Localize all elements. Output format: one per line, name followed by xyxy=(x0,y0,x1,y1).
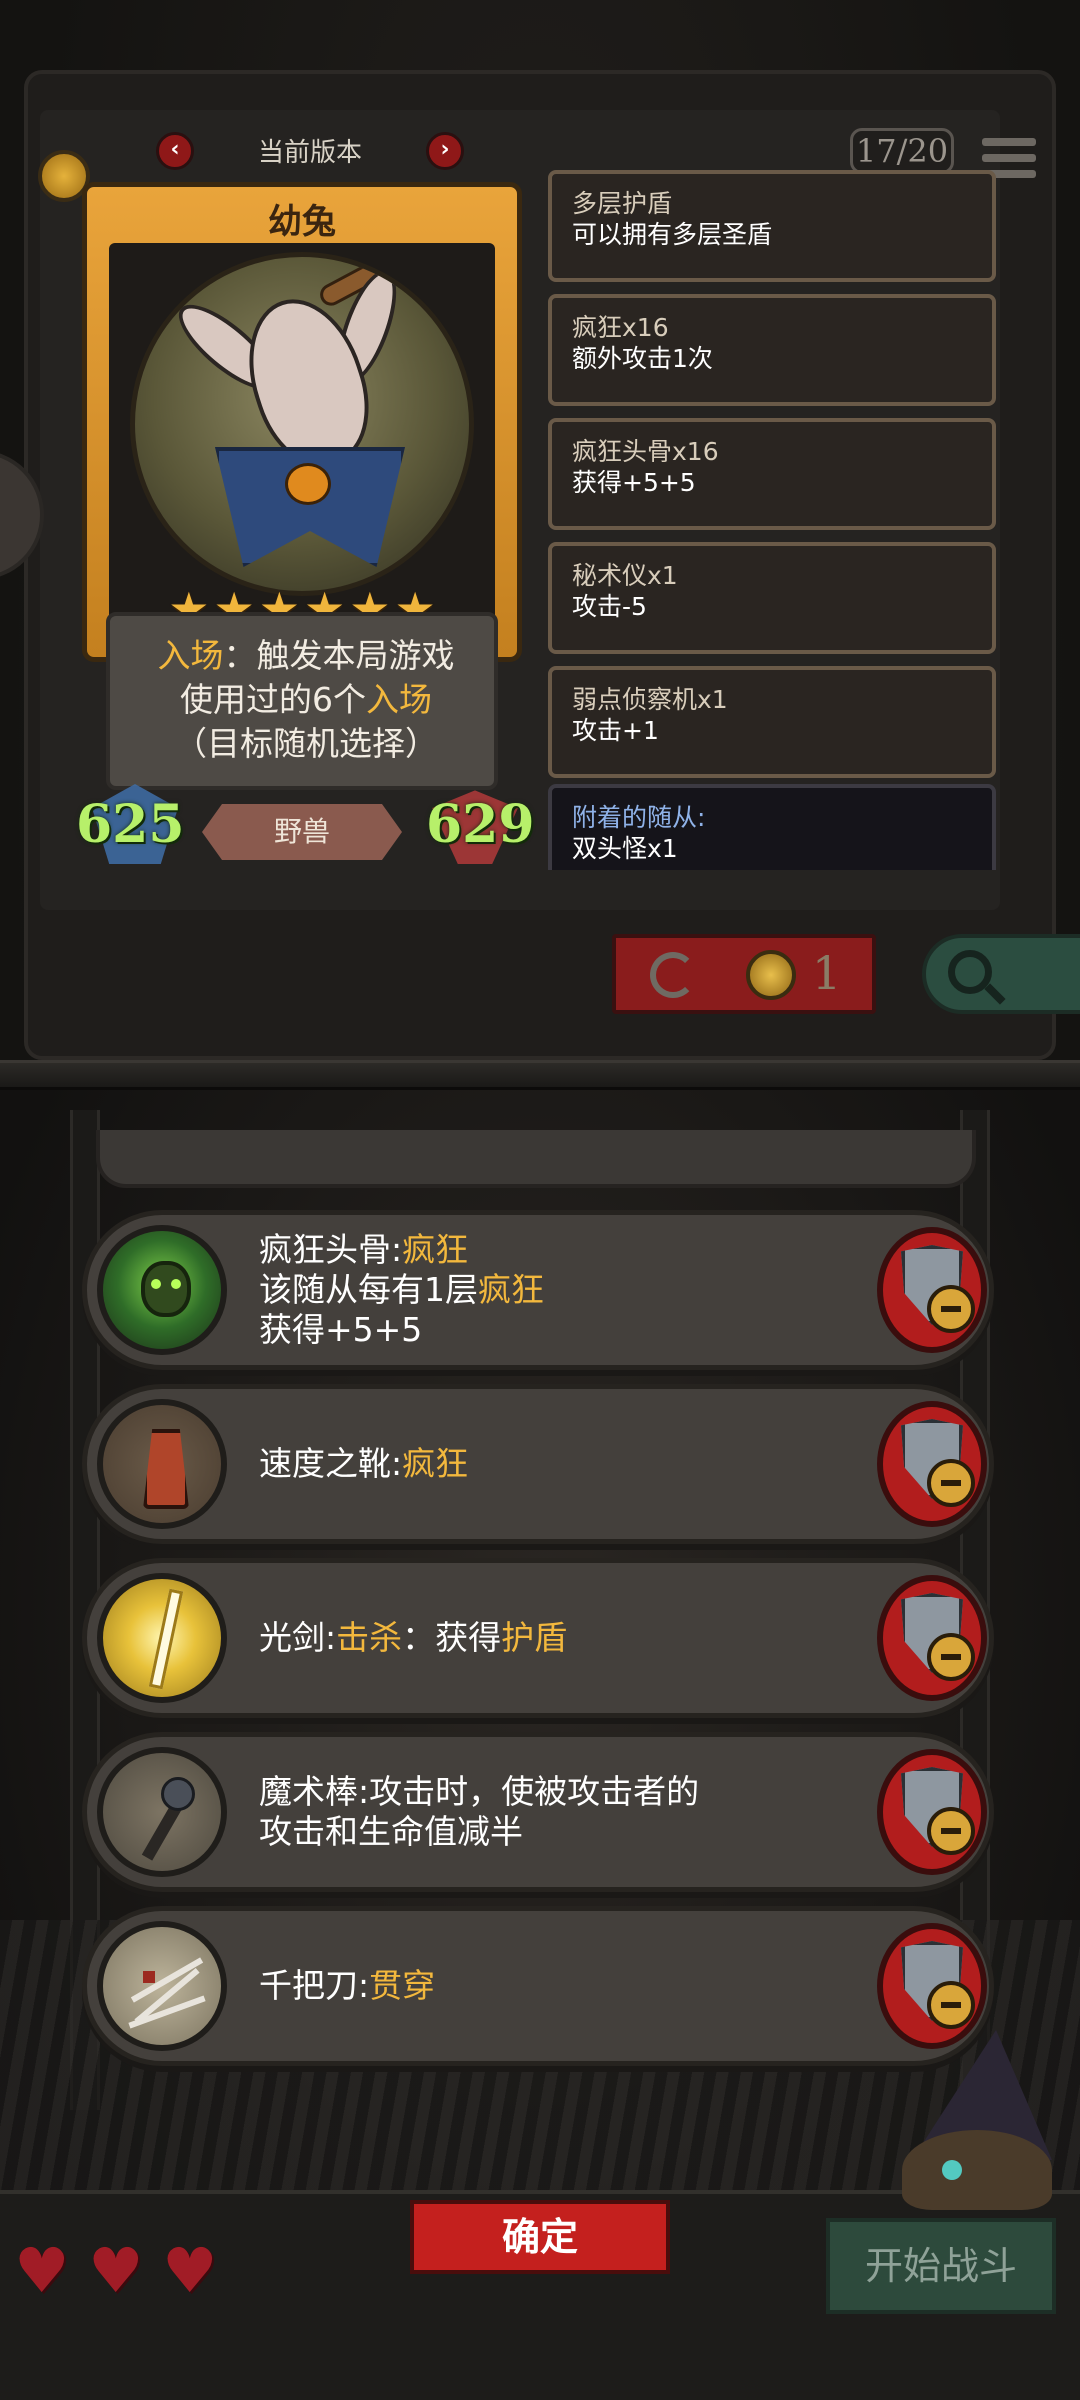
boot-icon xyxy=(97,1399,227,1529)
minion-card: 幼兔 ★★★★★★ 入场：触发本局游戏 使用过的6个入场 （目标随机选择） 62… xyxy=(76,182,535,864)
equipment-name: 速度之靴: xyxy=(259,1444,403,1483)
heart-icon: ♥ xyxy=(88,2234,144,2307)
version-label: 当前版本 xyxy=(257,138,362,168)
description-text: ：触发本局游戏 xyxy=(223,636,455,675)
card-description: 入场：触发本局游戏 使用过的6个入场 （目标随机选择） xyxy=(110,634,502,766)
lives-indicator: ♥ ♥ ♥ xyxy=(14,2234,254,2312)
game-screen: 17/20 当前版本 ‹ › 幼兔 ★★★★★★ 入场：触发本局游戏 使用过的6… xyxy=(0,0,1080,2400)
health-value: 629 xyxy=(426,794,535,855)
equipment-row[interactable]: 速度之靴:疯狂 xyxy=(82,1384,994,1544)
buff-item: 秘术仪x1 攻击-5 xyxy=(548,542,996,654)
buff-title: 疯狂头骨x16 xyxy=(572,437,719,466)
attached-minion-item: 附着的随从: 双头怪x1 xyxy=(548,784,996,870)
keyword-battlecry: 入场 xyxy=(157,636,224,675)
reroll-cost: 1 xyxy=(812,946,842,1000)
equipment-name: 魔术棒:攻击时，使被攻击者的 xyxy=(259,1772,700,1811)
equipment-description: 魔术棒:攻击时，使被攻击者的 攻击和生命值减半 xyxy=(259,1737,819,1887)
minus-icon xyxy=(927,1285,975,1333)
buff-item: 弱点侦察机x1 攻击+1 xyxy=(548,666,996,778)
equipment-row[interactable]: 千把刀:贯穿 xyxy=(82,1906,994,2066)
equipment-effect: 该随从每有1层 xyxy=(259,1270,478,1309)
buff-title: 疯狂x16 xyxy=(572,313,669,342)
remove-equipment-button[interactable] xyxy=(877,1575,987,1701)
keyword-kill: 击杀 xyxy=(336,1618,403,1657)
rabbit-portrait xyxy=(130,252,474,596)
card-name: 幼兔 xyxy=(268,202,336,242)
description-text: （目标随机选择） xyxy=(174,724,438,763)
search-button[interactable] xyxy=(922,934,1080,1014)
buff-desc: 攻击+1 xyxy=(572,716,659,745)
witch-face xyxy=(902,2130,1052,2210)
equipment-description: 千把刀:贯穿 xyxy=(259,1911,819,2061)
keyword-battlecry: 入场 xyxy=(366,680,432,719)
coin-icon xyxy=(746,950,796,1000)
minus-icon xyxy=(927,1459,975,1507)
buff-title: 弱点侦察机x1 xyxy=(572,685,728,714)
buff-desc: 可以拥有多层圣盾 xyxy=(572,220,773,249)
keyword-frenzy: 疯狂 xyxy=(402,1444,469,1483)
magic-wand-icon xyxy=(97,1747,227,1877)
chevron-left-icon: ‹ xyxy=(170,137,180,162)
keyword-pierce: 贯穿 xyxy=(369,1966,436,2005)
minus-icon xyxy=(927,1807,975,1855)
remove-equipment-button[interactable] xyxy=(877,1401,987,1527)
keyword-frenzy: 疯狂 xyxy=(402,1230,469,1269)
equipment-name: 光剑: xyxy=(259,1618,337,1657)
buff-list[interactable]: 多层护盾 可以拥有多层圣盾 疯狂x16 额外攻击1次 疯狂头骨x16 获得+5+… xyxy=(548,170,998,870)
next-version-button[interactable]: › xyxy=(426,132,464,170)
equipment-description: 疯狂头骨:疯狂 该随从每有1层疯狂 获得+5+5 xyxy=(259,1215,819,1365)
reroll-button[interactable]: 1 xyxy=(612,934,876,1014)
witch-character-decoration xyxy=(872,2030,1072,2210)
keyword-shield: 护盾 xyxy=(501,1618,568,1657)
equipment-row-partial[interactable] xyxy=(96,1130,976,1188)
start-battle-button[interactable]: 开始战斗 xyxy=(826,2218,1056,2314)
search-icon-handle xyxy=(984,983,1006,1005)
heart-icon: ♥ xyxy=(162,2234,218,2307)
buff-desc: 获得+5+5 xyxy=(572,468,696,497)
heart-icon: ♥ xyxy=(14,2234,70,2307)
description-text: 使用过的6个 xyxy=(180,680,366,719)
confirm-button[interactable]: 确定 xyxy=(410,2200,670,2274)
remove-equipment-button[interactable] xyxy=(877,1749,987,1875)
buff-title: 多层护盾 xyxy=(572,189,673,218)
prev-version-button[interactable]: ‹ xyxy=(156,132,194,170)
buff-item: 多层护盾 可以拥有多层圣盾 xyxy=(548,170,996,282)
equipment-row[interactable]: 疯狂头骨:疯狂 该随从每有1层疯狂 获得+5+5 xyxy=(82,1210,994,1370)
buff-title: 秘术仪x1 xyxy=(572,561,678,590)
keyword-frenzy: 疯狂 xyxy=(478,1270,544,1309)
minus-icon xyxy=(927,1981,975,2029)
light-sword-icon xyxy=(97,1573,227,1703)
equipment-effect: 攻击和生命值减半 xyxy=(259,1812,523,1851)
equipment-effect: 获得+5+5 xyxy=(259,1310,423,1349)
panel-divider xyxy=(0,1060,1080,1090)
equipment-name: 千把刀: xyxy=(259,1966,370,2005)
witch-eye xyxy=(942,2160,962,2180)
equipment-row[interactable]: 魔术棒:攻击时，使被攻击者的 攻击和生命值减半 xyxy=(82,1732,994,1892)
version-selector: 当前版本 ‹ › xyxy=(150,128,470,172)
minus-icon xyxy=(927,1633,975,1681)
equipment-effect: ：获得 xyxy=(402,1618,502,1657)
buff-desc: 双头怪x1 xyxy=(572,834,678,863)
minion-count-indicator: 17/20 xyxy=(850,128,954,174)
pumpkin-icon xyxy=(285,463,331,505)
buff-title: 附着的随从: xyxy=(572,803,706,832)
card-description-box: 入场：触发本局游戏 使用过的6个入场 （目标随机选择） xyxy=(106,612,498,790)
buff-desc: 攻击-5 xyxy=(572,592,647,621)
equipment-description: 速度之靴:疯狂 xyxy=(259,1389,819,1539)
buff-desc: 额外攻击1次 xyxy=(572,344,713,373)
remove-equipment-button[interactable] xyxy=(877,1227,987,1353)
chevron-right-icon: › xyxy=(440,137,450,162)
buff-item: 疯狂x16 额外攻击1次 xyxy=(548,294,996,406)
refresh-icon xyxy=(650,952,696,998)
equipment-name: 疯狂头骨: xyxy=(259,1230,403,1269)
equipment-row[interactable]: 光剑:击杀：获得护盾 xyxy=(82,1558,994,1718)
green-skull-icon xyxy=(97,1225,227,1355)
knives-icon xyxy=(97,1921,227,2051)
equipment-description: 光剑:击杀：获得护盾 xyxy=(259,1563,819,1713)
buff-item: 疯狂头骨x16 获得+5+5 xyxy=(548,418,996,530)
tribe-banner: 野兽 xyxy=(202,804,402,860)
attack-value: 625 xyxy=(76,794,185,855)
